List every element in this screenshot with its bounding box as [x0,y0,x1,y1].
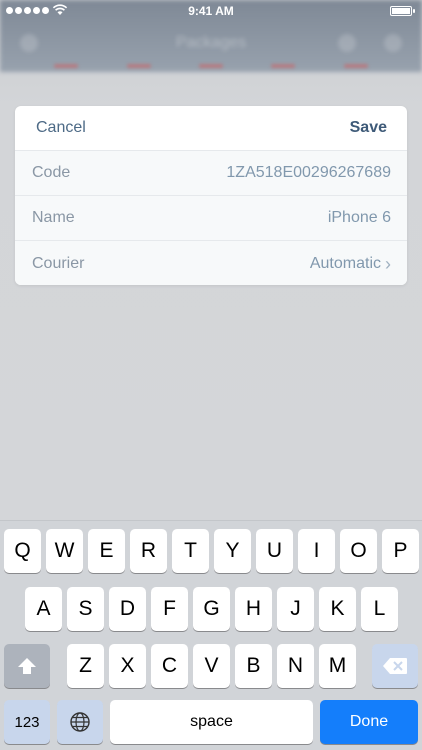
key-f[interactable]: F [151,587,188,631]
key-z[interactable]: Z [67,644,104,688]
background-tab-dash [126,64,151,68]
key-b[interactable]: B [235,644,272,688]
name-value[interactable]: iPhone 6 [328,209,391,227]
key-x[interactable]: X [109,644,146,688]
background-search-icon [338,34,356,52]
status-bar: 9:41 AM [0,0,422,22]
name-field[interactable]: Name iPhone 6 [15,196,407,241]
key-j[interactable]: J [277,587,314,631]
key-o[interactable]: O [340,529,377,573]
key-w[interactable]: W [46,529,83,573]
background-add-icon [384,34,402,52]
key-y[interactable]: Y [214,529,251,573]
key-r[interactable]: R [130,529,167,573]
background-tab-indicators [0,64,422,72]
keyboard-row-3: ZXCVBNM [0,644,422,688]
keyboard: QWERTYUIOP ASDFGHJKL ZXCVBNM 123 space D… [0,520,422,750]
key-v[interactable]: V [193,644,230,688]
key-p[interactable]: P [382,529,419,573]
key-e[interactable]: E [88,529,125,573]
key-k[interactable]: K [319,587,356,631]
add-package-dialog: Cancel Save Code 1ZA518E00296267689 Name… [15,106,407,285]
background-tab-dash [343,64,368,68]
key-u[interactable]: U [256,529,293,573]
key-t[interactable]: T [172,529,209,573]
code-value[interactable]: 1ZA518E00296267689 [226,164,391,182]
globe-key[interactable] [57,700,103,744]
keyboard-row-4: 123 space Done [0,700,422,744]
save-button[interactable]: Save [350,119,387,137]
key-a[interactable]: A [25,587,62,631]
code-label: Code [32,164,71,181]
backspace-key[interactable] [372,644,418,688]
globe-icon [70,712,90,732]
backspace-icon [383,658,407,674]
background-tab-dash [198,64,223,68]
key-h[interactable]: H [235,587,272,631]
status-time: 9:41 AM [188,4,234,18]
battery-icon [390,6,415,16]
courier-value: Automatic [309,254,381,272]
key-s[interactable]: S [67,587,104,631]
cancel-button[interactable]: Cancel [36,119,86,137]
key-q[interactable]: Q [4,529,41,573]
keyboard-row-1: QWERTYUIOP [0,529,422,573]
shift-icon [18,658,36,674]
background-tab-dash [271,64,296,68]
name-label: Name [32,209,75,226]
keyboard-row-2: ASDFGHJKL [0,587,422,631]
key-c[interactable]: C [151,644,188,688]
key-m[interactable]: M [319,644,356,688]
done-key[interactable]: Done [320,700,418,744]
numbers-key[interactable]: 123 [4,700,50,744]
background-tab-dash [54,64,79,68]
courier-field[interactable]: Courier Automatic › [15,241,407,285]
key-n[interactable]: N [277,644,314,688]
chevron-right-icon: › [385,253,391,274]
background-title: Packages [175,34,247,51]
key-l[interactable]: L [361,587,398,631]
courier-value-group[interactable]: Automatic › [310,255,391,273]
key-g[interactable]: G [193,587,230,631]
key-i[interactable]: I [298,529,335,573]
key-d[interactable]: D [109,587,146,631]
courier-label: Courier [32,254,85,272]
shift-key[interactable] [4,644,50,688]
space-key[interactable]: space [110,700,313,744]
dialog-header: Cancel Save [15,106,407,151]
code-field[interactable]: Code 1ZA518E00296267689 [15,151,407,196]
